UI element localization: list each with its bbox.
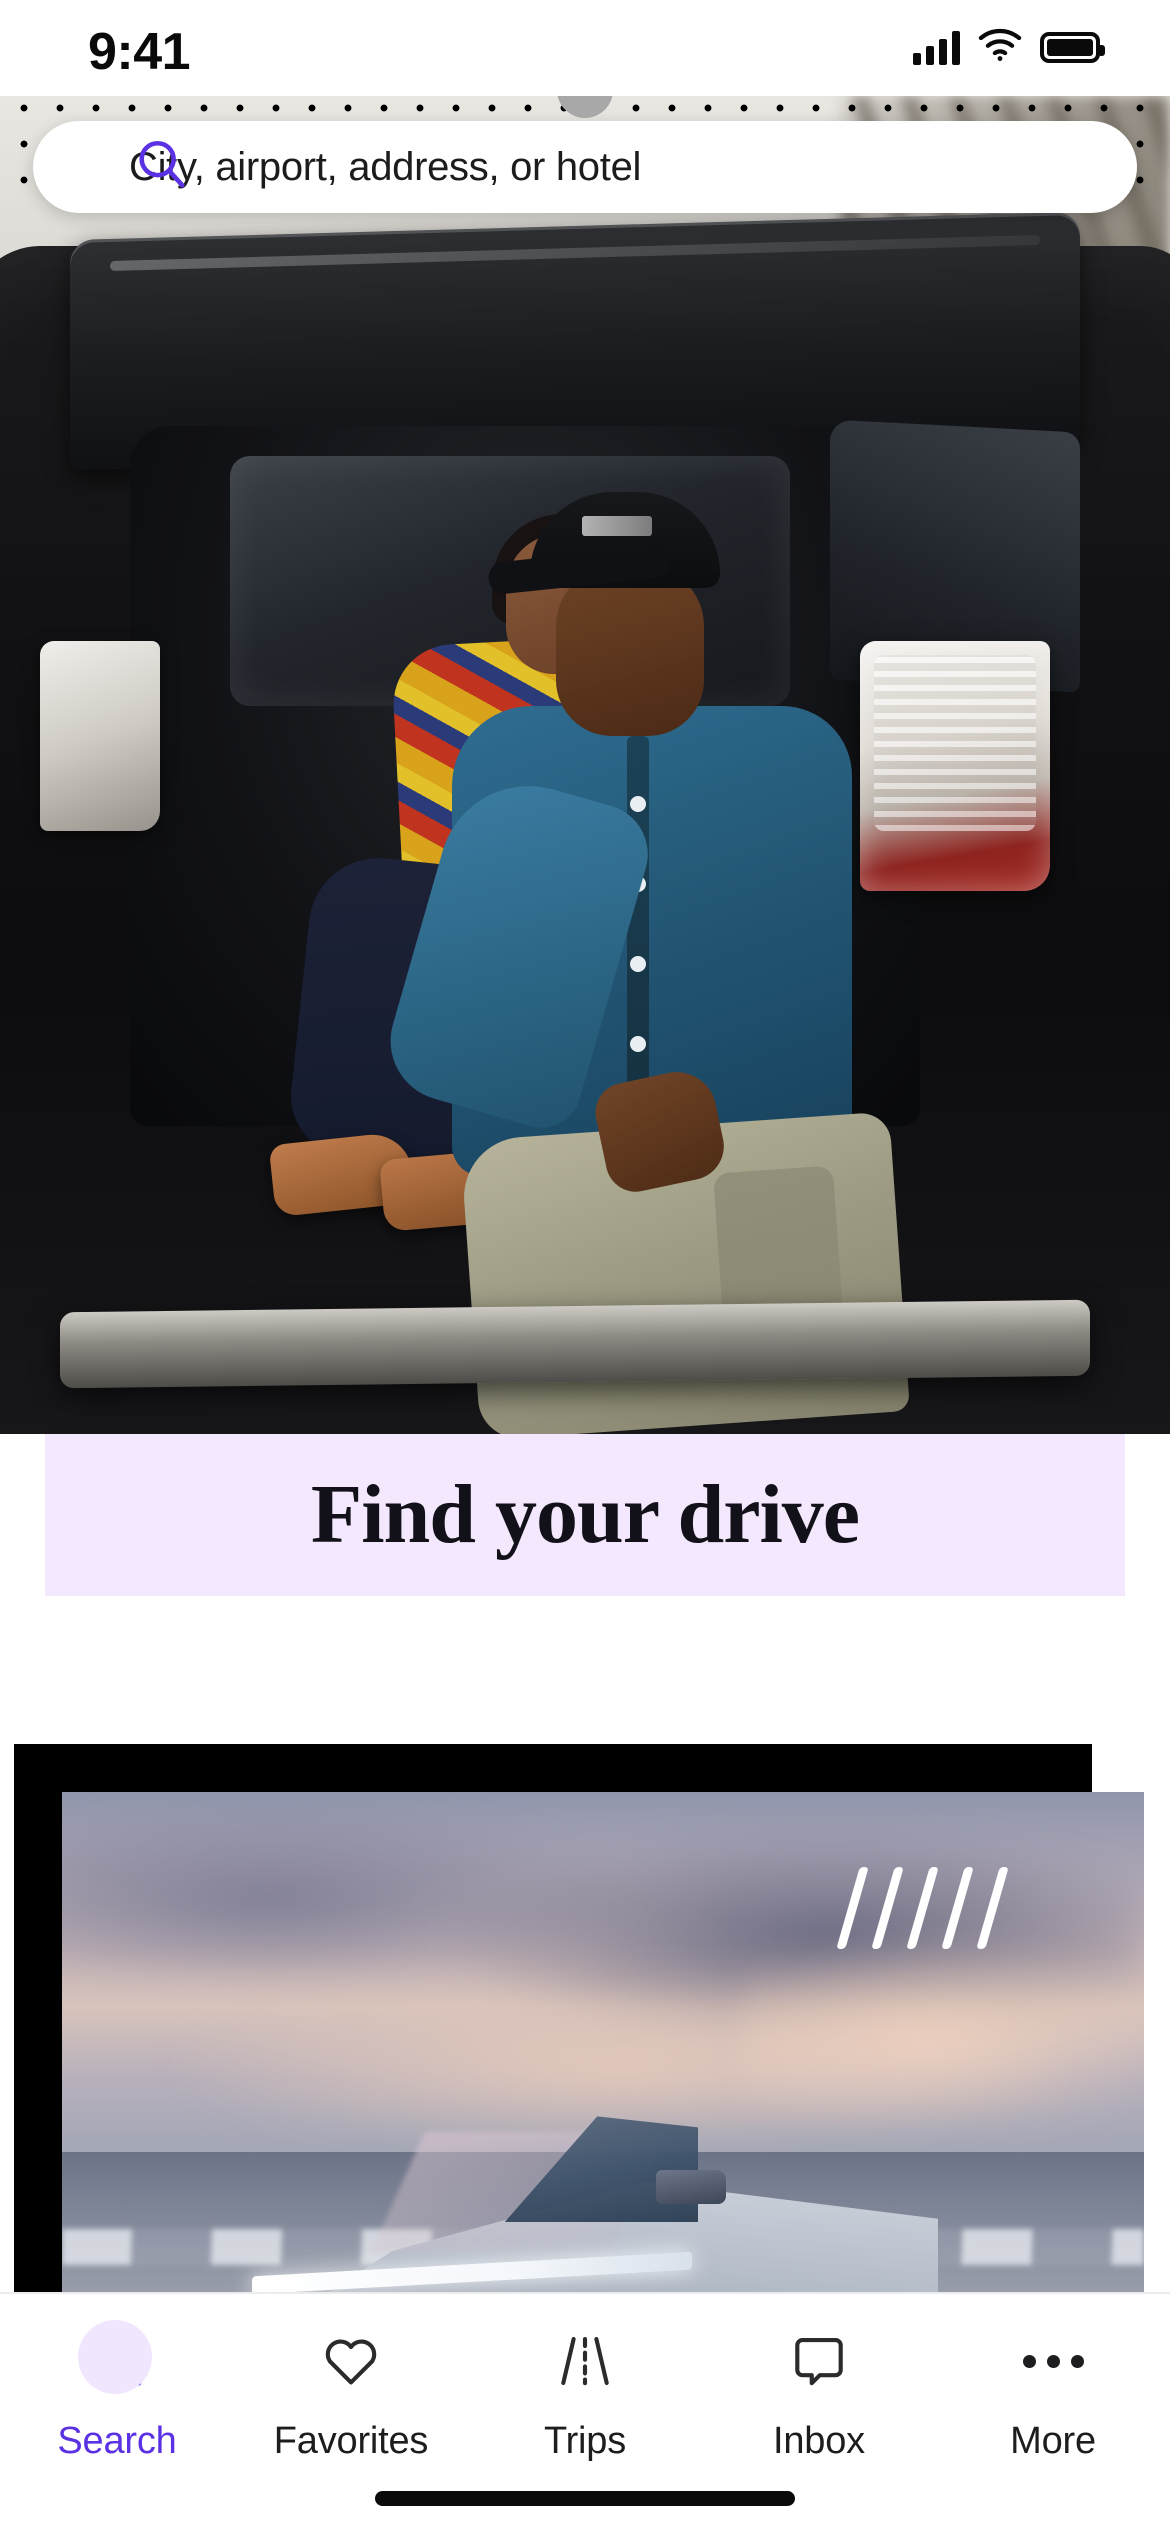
search-bar[interactable]: City, airport, address, or hotel — [33, 121, 1137, 213]
tab-favorites[interactable]: Favorites — [234, 2318, 468, 2463]
status-time: 9:41 — [88, 23, 191, 81]
wifi-icon — [978, 28, 1022, 67]
tab-inbox[interactable]: Inbox — [702, 2318, 936, 2463]
road-icon — [542, 2318, 628, 2404]
hero-couple — [0, 96, 1170, 1434]
tab-label-favorites: Favorites — [273, 2420, 429, 2462]
search-icon — [133, 136, 191, 199]
search-icon — [74, 2318, 160, 2404]
hero-suv-bumper-sill — [60, 1299, 1090, 1389]
ellipsis-icon — [1010, 2318, 1096, 2404]
tab-label-more: More — [1010, 2420, 1096, 2462]
hero-man-shirt-button — [630, 956, 646, 972]
diagonal-slashes-icon — [836, 1860, 1108, 1956]
speech-bubble-icon — [776, 2318, 862, 2404]
tab-trips[interactable]: Trips — [468, 2318, 702, 2463]
signal-bars-icon — [913, 30, 960, 65]
page-title: Find your drive — [310, 1468, 860, 1561]
tab-more[interactable]: More — [936, 2318, 1170, 2463]
tab-label-inbox: Inbox — [773, 2420, 865, 2462]
cybertruck-mirror — [656, 2170, 726, 2204]
status-indicators — [913, 28, 1105, 67]
hero-man-shirt-button — [630, 796, 646, 812]
hero-man-head — [556, 566, 704, 736]
home-indicator[interactable] — [375, 2491, 795, 2506]
tab-label-trips: Trips — [543, 2420, 627, 2462]
status-bar: 9:41 — [0, 0, 1170, 96]
app-screen: City, airport, address, or hotel Find yo… — [0, 0, 1170, 2532]
hero-man-cap — [530, 492, 720, 588]
tab-search[interactable]: Search — [0, 2318, 234, 2463]
heart-icon — [308, 2318, 394, 2404]
hero-man-shirt-button — [630, 1036, 646, 1052]
headline-banner: Find your drive — [45, 1434, 1125, 1596]
search-input[interactable]: City, airport, address, or hotel — [129, 145, 641, 190]
tab-label-search: Search — [57, 2420, 177, 2462]
hero-image — [0, 96, 1170, 1434]
battery-full-icon — [1040, 32, 1105, 63]
hero-man-cap-logo — [582, 516, 652, 536]
